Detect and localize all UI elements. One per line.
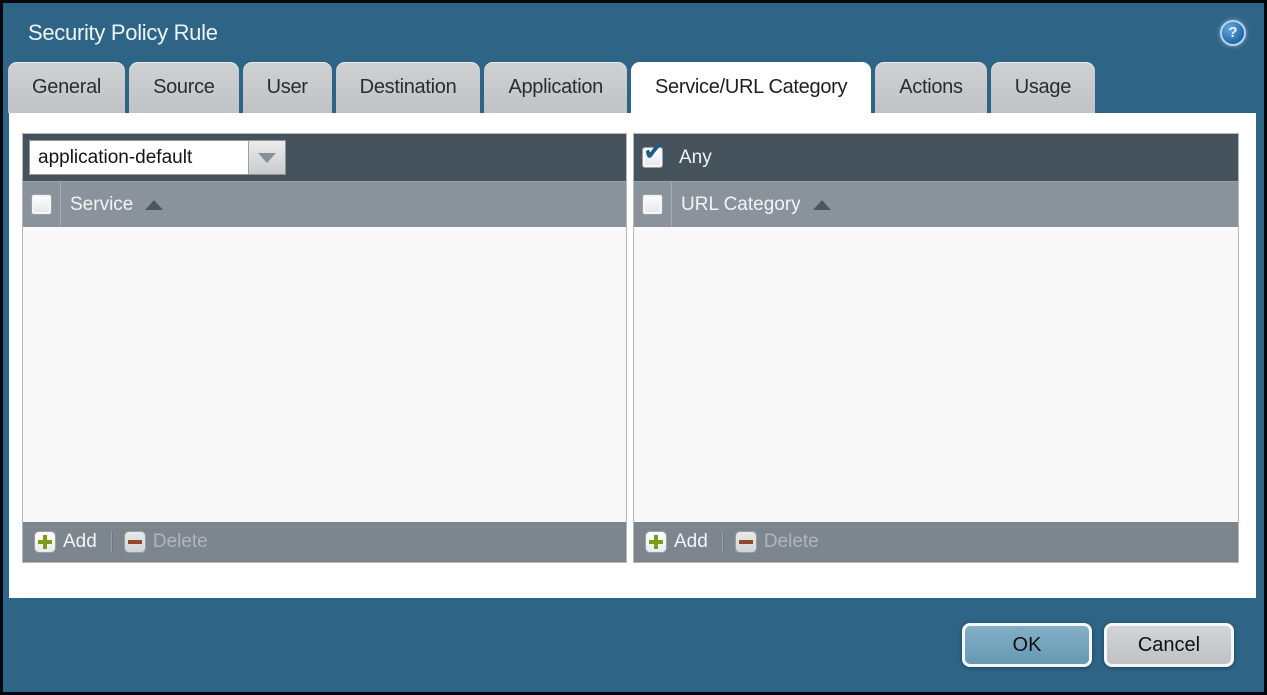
service-delete-button[interactable]: Delete xyxy=(124,531,208,553)
sort-ascending-icon[interactable] xyxy=(813,200,831,210)
footer-divider xyxy=(722,531,723,553)
checkmark-icon: ✔ xyxy=(643,138,665,164)
tab-application[interactable]: Application xyxy=(484,62,627,113)
dialog-titlebar: Security Policy Rule ? xyxy=(3,3,1264,62)
minus-icon xyxy=(735,531,757,553)
sort-ascending-icon[interactable] xyxy=(145,200,163,210)
tab-usage[interactable]: Usage xyxy=(991,62,1095,113)
url-category-column-header[interactable]: URL Category xyxy=(681,194,801,216)
service-add-label: Add xyxy=(63,531,97,553)
tab-user[interactable]: User xyxy=(243,62,332,113)
dialog-title: Security Policy Rule xyxy=(28,20,218,46)
url-category-panel: ✔ Any URL Category Add D xyxy=(633,133,1239,563)
tab-service-url-category[interactable]: Service/URL Category xyxy=(631,62,871,113)
service-type-dropdown-button[interactable] xyxy=(248,141,285,174)
plus-icon xyxy=(645,531,667,553)
url-category-add-button[interactable]: Add xyxy=(645,531,708,553)
url-category-add-label: Add xyxy=(674,531,708,553)
plus-icon xyxy=(34,531,56,553)
service-table-body[interactable] xyxy=(23,227,626,522)
tab-destination[interactable]: Destination xyxy=(336,62,481,113)
service-panel-toolbar: application-default xyxy=(23,134,626,181)
service-type-dropdown[interactable]: application-default xyxy=(29,140,286,175)
any-checkbox[interactable]: ✔ xyxy=(642,147,663,168)
url-category-table-header: URL Category xyxy=(634,181,1238,227)
cancel-button[interactable]: Cancel xyxy=(1104,623,1234,667)
chevron-down-icon xyxy=(258,153,276,163)
tab-bar: General Source User Destination Applicat… xyxy=(3,62,1264,113)
tab-content-service-url-category: application-default Service Add xyxy=(9,113,1256,598)
service-panel: application-default Service Add xyxy=(22,133,627,563)
tab-actions[interactable]: Actions xyxy=(875,62,987,113)
dialog-action-row: OK Cancel xyxy=(3,598,1264,692)
service-select-all-checkbox[interactable] xyxy=(31,194,52,215)
security-policy-rule-dialog: Security Policy Rule ? General Source Us… xyxy=(0,0,1267,695)
url-category-select-all-checkbox[interactable] xyxy=(642,194,663,215)
service-table-footer: Add Delete xyxy=(23,522,626,562)
url-category-delete-label: Delete xyxy=(764,531,819,553)
tab-source[interactable]: Source xyxy=(129,62,239,113)
service-select-all-cell xyxy=(23,182,61,227)
url-category-select-all-cell xyxy=(634,182,672,227)
service-column-header[interactable]: Service xyxy=(70,194,133,216)
url-category-table-footer: Add Delete xyxy=(634,522,1238,562)
ok-button[interactable]: OK xyxy=(962,623,1092,667)
url-category-panel-toolbar: ✔ Any xyxy=(634,134,1238,181)
any-label: Any xyxy=(679,147,712,169)
service-add-button[interactable]: Add xyxy=(34,531,97,553)
tab-general[interactable]: General xyxy=(8,62,125,113)
minus-icon xyxy=(124,531,146,553)
url-category-delete-button[interactable]: Delete xyxy=(735,531,819,553)
url-category-table-body[interactable] xyxy=(634,227,1238,522)
help-icon[interactable]: ? xyxy=(1220,20,1246,46)
footer-divider xyxy=(111,531,112,553)
service-delete-label: Delete xyxy=(153,531,208,553)
service-type-dropdown-value[interactable]: application-default xyxy=(30,141,248,174)
service-table-header: Service xyxy=(23,181,626,227)
